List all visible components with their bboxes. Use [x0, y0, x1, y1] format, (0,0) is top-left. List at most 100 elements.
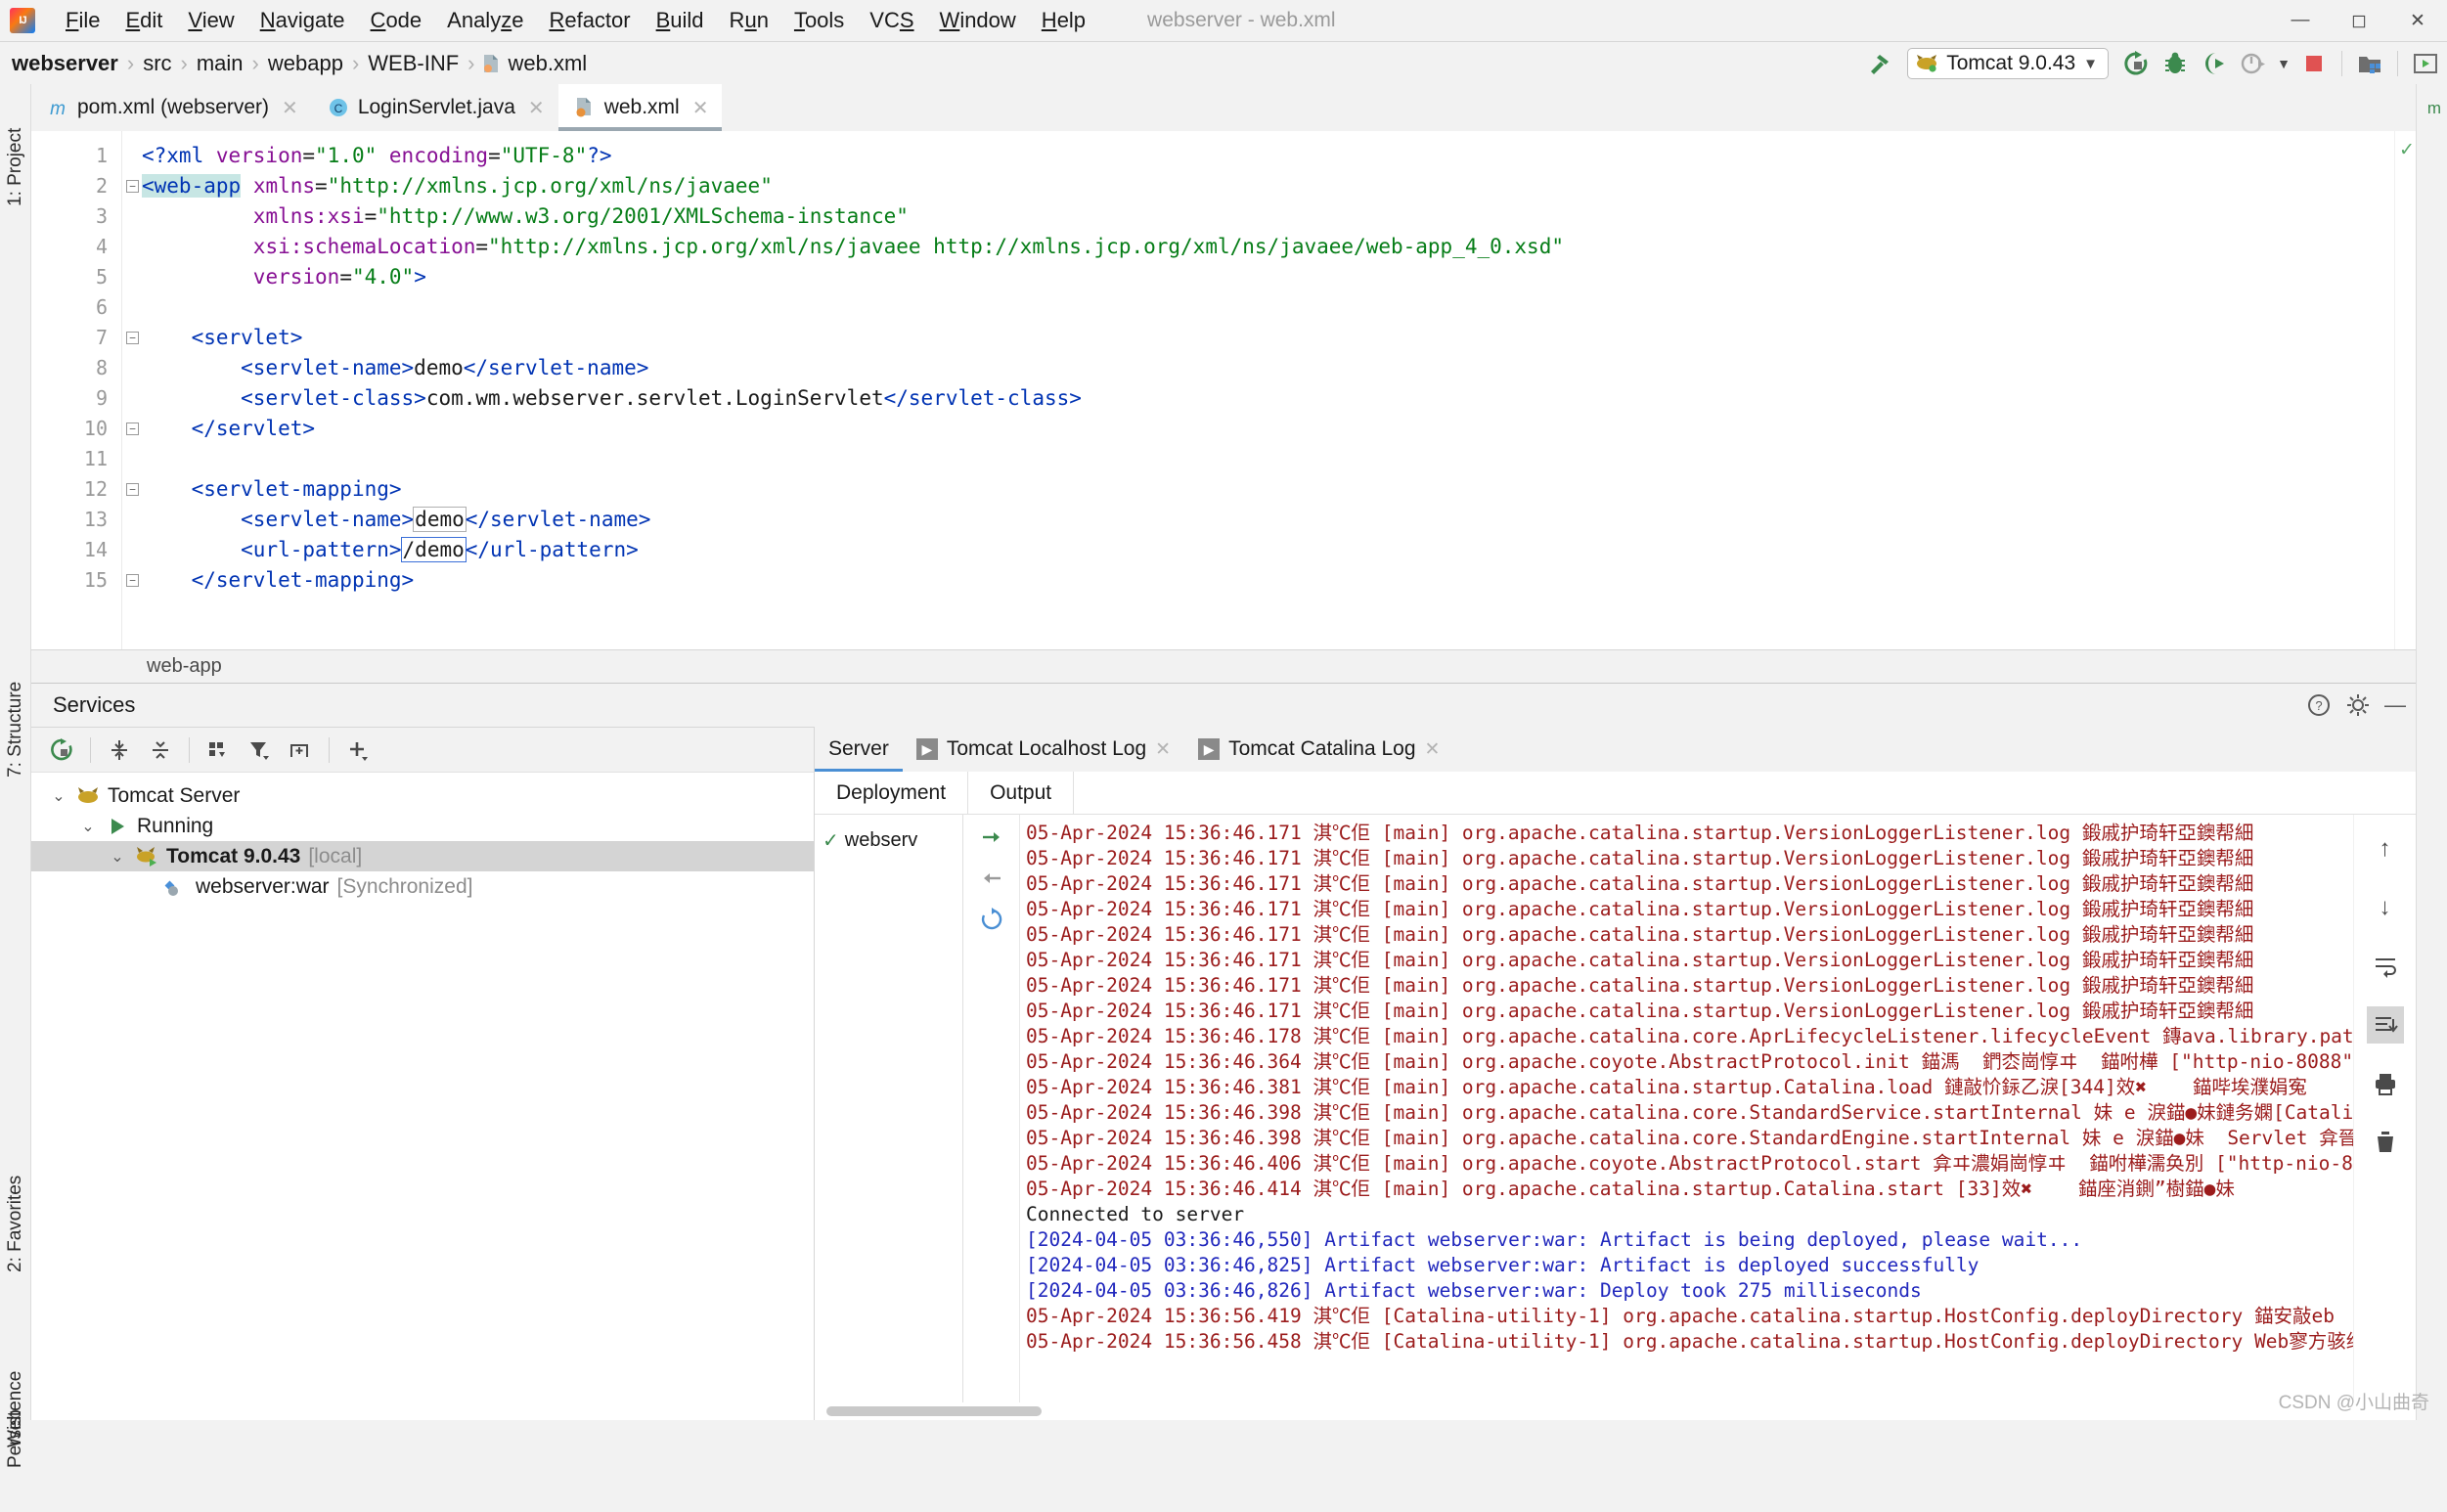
print-icon[interactable] [2367, 1065, 2404, 1102]
expand-all-icon[interactable] [101, 732, 138, 769]
close-icon[interactable]: ✕ [692, 96, 709, 120]
browser-icon[interactable] [2408, 46, 2443, 81]
breadcrumb-item-web-xml[interactable]: web.xml [481, 51, 589, 76]
clear-all-icon[interactable] [2367, 1124, 2404, 1161]
breadcrumb-item-webserver[interactable]: webserver [10, 51, 120, 76]
console-tab-tomcat-catalina-log[interactable]: ▶ Tomcat Catalina Log ✕ [1184, 727, 1453, 772]
profiler-icon[interactable] [2236, 46, 2271, 81]
help-icon[interactable]: ? [2306, 692, 2332, 718]
edit-artifact-icon[interactable] [979, 824, 1004, 850]
menu-item-window[interactable]: Window [927, 6, 1029, 35]
undeploy-icon[interactable] [979, 866, 1004, 891]
close-icon[interactable]: ✕ [1425, 738, 1441, 761]
inspection-ok-icon[interactable]: ✓ [2399, 139, 2415, 161]
close-icon[interactable]: ✕ [528, 96, 545, 120]
breadcrumb-item-main[interactable]: main [195, 51, 245, 76]
menu-item-help[interactable]: Help [1029, 6, 1098, 35]
run-coverage-icon[interactable] [2197, 46, 2232, 81]
breadcrumb-item-src[interactable]: src [141, 51, 173, 76]
scroll-down-icon[interactable]: ↓ [2367, 889, 2404, 926]
maven-m-icon: m [47, 97, 68, 118]
sidebar-item-favorites[interactable]: 2: Favorites [0, 1131, 31, 1316]
close-button[interactable]: ✕ [2388, 0, 2447, 41]
menu-item-code[interactable]: Code [358, 6, 435, 35]
collapse-all-icon[interactable] [142, 732, 179, 769]
sidebar-item-web[interactable]: Web [0, 1385, 31, 1473]
console-tab-label: Server [828, 737, 889, 760]
sidebar-item-project[interactable]: 1: Project [0, 94, 31, 241]
menu-item-analyze[interactable]: Analyze [434, 6, 536, 35]
console-subtab-deployment[interactable]: Deployment [815, 772, 969, 814]
code-token: demo [413, 507, 467, 532]
rerun-icon[interactable] [43, 732, 80, 769]
console-subtab-output[interactable]: Output [968, 772, 1075, 814]
code-token: "UTF-8" [500, 144, 588, 167]
tree-node-tomcat-server[interactable]: ⌄ Tomcat Server [31, 780, 814, 811]
console-line: 05-Apr-2024 15:36:56.458 淇℃佢 [Catalina-u… [1026, 1330, 2353, 1353]
chevron-down-icon[interactable]: ⌄ [78, 817, 98, 836]
console-tab-tomcat-localhost-log[interactable]: ▶ Tomcat Localhost Log ✕ [903, 727, 1184, 772]
editor-gutter[interactable]: 1 2−3 4 5 6 7−8 9 10−11 12−13 14 15− [31, 131, 139, 649]
navigation-bar: webserver › src › main › webapp › WEB-INF › web.xm… [0, 41, 2447, 84]
maven-panel-icon[interactable]: m [2417, 90, 2447, 125]
chevron-down-icon[interactable]: ⌄ [108, 847, 127, 867]
chevron-down-icon[interactable]: ⌄ [49, 786, 68, 806]
menu-item-vcs[interactable]: VCS [857, 6, 926, 35]
hide-window-icon[interactable]: — [2384, 692, 2406, 718]
rerun-icon[interactable] [2118, 46, 2154, 81]
code-token: <web-app [142, 174, 242, 198]
line-number: 7− [31, 323, 139, 353]
menu-item-view[interactable]: View [175, 6, 246, 35]
breadcrumb-item-web-inf[interactable]: WEB-INF [366, 51, 461, 76]
menu-item-refactor[interactable]: Refactor [536, 6, 643, 35]
breadcrumb-item-webapp[interactable]: webapp [266, 51, 345, 76]
stop-square-icon[interactable] [2296, 46, 2332, 81]
editor-tab-loginservlet-java[interactable]: C LoginServlet.java ✕ [312, 84, 558, 131]
gear-icon[interactable] [2345, 692, 2371, 718]
editor-tab-label: LoginServlet.java [357, 96, 515, 118]
tree-node-running[interactable]: ⌄ Running [31, 811, 814, 841]
chevron-down-icon[interactable]: ▼ [2083, 56, 2098, 72]
editor-scrollbar[interactable]: ✓ [2394, 131, 2416, 649]
scroll-to-end-icon[interactable] [2366, 1006, 2404, 1044]
redeploy-icon[interactable] [979, 907, 1004, 932]
scroll-up-icon[interactable]: ↑ [2367, 830, 2404, 867]
run-configuration-selector[interactable]: Tomcat 9.0.43 ▼ [1907, 48, 2109, 79]
menu-item-navigate[interactable]: Navigate [247, 6, 358, 35]
add-service-icon[interactable] [339, 732, 377, 769]
editor-tab-web-xml[interactable]: web.xml ✕ [557, 84, 723, 131]
ide-window: FileEditViewNavigateCodeAnalyzeRefactorB… [0, 0, 2447, 1468]
artifact-icon[interactable] [2352, 46, 2387, 81]
breadcrumb-label: webserver [12, 50, 118, 75]
soft-wrap-icon[interactable] [2367, 948, 2404, 985]
minimize-button[interactable]: — [2271, 0, 2330, 41]
menu-item-run[interactable]: Run [717, 6, 781, 35]
menu-item-build[interactable]: Build [644, 6, 717, 35]
services-tool-window: Services ? — ⌄ Tomcat Server ⌄ Running ⌄… [31, 683, 2416, 1420]
console-tab-server[interactable]: Server [815, 727, 903, 772]
tree-node-tomcat-9-0-43[interactable]: ⌄ Tomcat 9.0.43 [local] [31, 841, 814, 871]
close-icon[interactable]: ✕ [282, 96, 298, 120]
console-output[interactable]: 05-Apr-2024 15:36:46.171 淇℃佢 [main] org.… [1020, 815, 2353, 1402]
console-horizontal-scrollbar[interactable] [815, 1402, 2416, 1420]
bug-icon[interactable] [2158, 46, 2193, 81]
tree-node-webserver-war[interactable]: webserver:war [Synchronized] [31, 871, 814, 902]
add-tab-icon[interactable] [282, 732, 319, 769]
menu-item-file[interactable]: File [53, 6, 112, 35]
code-token: </servlet-name> [463, 356, 649, 379]
services-tree[interactable]: ⌄ Tomcat Server ⌄ Running ⌄ Tomcat 9.0.43 [lo… [31, 773, 814, 1420]
editor-tab-pom-xml--webserver-[interactable]: m pom.xml (webserver) ✕ [31, 84, 312, 131]
maximize-button[interactable]: ◻ [2330, 0, 2388, 41]
menu-item-tools[interactable]: Tools [781, 6, 857, 35]
menu-item-edit[interactable]: Edit [112, 6, 175, 35]
group-by-icon[interactable] [200, 732, 237, 769]
chevron-down-icon[interactable]: ▼ [2275, 46, 2292, 81]
filter-icon[interactable] [241, 732, 278, 769]
code-line: </servlet-mapping> [142, 565, 2394, 596]
deployment-item[interactable]: ✓ webserv [815, 824, 962, 856]
sidebar-item-structure[interactable]: 7: Structure [0, 642, 31, 818]
close-icon[interactable]: ✕ [1155, 738, 1171, 761]
watermark: CSDN @小山曲奇 [2278, 1393, 2429, 1413]
editor-code[interactable]: <?xml version="1.0" encoding="UTF-8"?> <w… [121, 131, 2394, 649]
hammer-icon[interactable] [1862, 46, 1897, 81]
